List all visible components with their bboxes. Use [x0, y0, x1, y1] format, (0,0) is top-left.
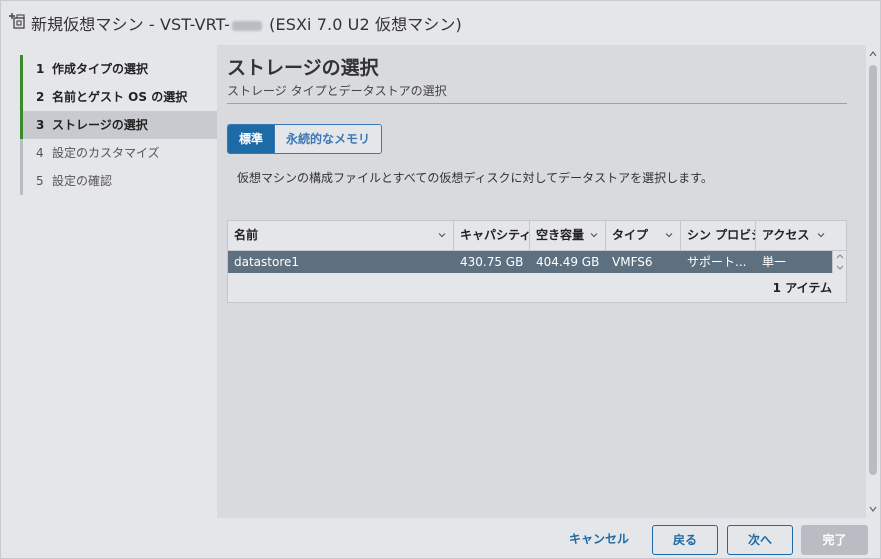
column-label: 名前: [234, 228, 259, 242]
next-button[interactable]: 次へ: [727, 525, 793, 555]
dialog-footer: キャンセル 戻る 次へ 完了: [1, 518, 880, 558]
title-bar: 新規仮想マシン - VST-VRT- (ESXi 7.0 U2 仮想マシン): [1, 1, 880, 45]
scroll-thumb[interactable]: [869, 65, 877, 475]
back-button[interactable]: 戻る: [652, 525, 718, 555]
column-label: タイプ: [612, 228, 649, 242]
instruction-text: 仮想マシンの構成ファイルとすべての仮想ディスクに対してデータストアを選択します。: [237, 171, 713, 185]
step-label: ストレージの選択: [52, 118, 148, 132]
step-label: 設定の確認: [52, 174, 113, 188]
grid-header: 名前 キャパシティ 空き容量 タイプ シン プロビジ アクセス: [228, 221, 846, 251]
cell-type: VMFS6: [612, 255, 653, 269]
step-label: 名前とゲスト OS の選択: [52, 90, 188, 104]
cell-free-space: 404.49 GB: [536, 255, 600, 269]
chevron-down-icon[interactable]: [816, 230, 826, 240]
step-number: 2: [36, 90, 45, 104]
main-content: ストレージの選択 ストレージ タイプとデータストアの選択 標準 永続的なメモリ …: [217, 45, 866, 518]
scroll-arrows-icon[interactable]: [833, 251, 847, 273]
divider: [227, 103, 847, 104]
step-number: 5: [36, 174, 44, 188]
column-header-thin-provisioning[interactable]: シン プロビジ: [681, 221, 756, 251]
step-customize-settings[interactable]: 4 設定のカスタマイズ: [20, 139, 217, 167]
chevron-down-icon[interactable]: [589, 230, 599, 240]
column-label: 空き容量: [536, 228, 585, 242]
step-name-guest-os[interactable]: 2 名前とゲスト OS の選択: [20, 83, 217, 111]
wizard-steps: 1 作成タイプの選択 2 名前とゲスト OS の選択 3 ストレージの選択 4 設定のカ…: [1, 45, 217, 518]
step-select-creation-type[interactable]: 1 作成タイプの選択: [20, 55, 217, 83]
storage-type-toggle: 標準 永続的なメモリ: [227, 124, 383, 154]
chevron-down-icon[interactable]: [664, 230, 674, 240]
main-scrollbar[interactable]: [866, 45, 880, 518]
cell-capacity: 430.75 GB: [460, 255, 524, 269]
column-label: シン プロビジ: [687, 228, 756, 242]
step-select-storage[interactable]: 3 ストレージの選択: [20, 111, 217, 139]
column-header-free-space[interactable]: 空き容量: [530, 221, 606, 251]
step-number: 3: [36, 118, 45, 132]
column-label: アクセス: [762, 228, 810, 242]
page-title: ストレージの選択: [227, 57, 379, 79]
column-label: キャパシティ: [460, 228, 530, 242]
step-number: 4: [36, 146, 44, 160]
new-vm-dialog: 新規仮想マシン - VST-VRT- (ESXi 7.0 U2 仮想マシン) 1…: [0, 0, 881, 559]
cell-name: datastore1: [234, 255, 300, 269]
finish-button[interactable]: 完了: [801, 525, 868, 555]
column-header-capacity[interactable]: キャパシティ: [454, 221, 530, 251]
page-subtitle: ストレージ タイプとデータストアの選択: [227, 84, 447, 98]
cell-thin-provisioning: サポート...: [687, 255, 747, 269]
datastore-grid: 名前 キャパシティ 空き容量 タイプ シン プロビジ アクセス datastor…: [227, 220, 847, 303]
new-vm-icon: [7, 11, 27, 31]
table-row[interactable]: datastore1 430.75 GB 404.49 GB VMFS6 サポー…: [228, 251, 832, 273]
step-label: 設定のカスタマイズ: [52, 146, 160, 160]
item-count: 1 アイテム: [772, 281, 832, 295]
cell-access: 単一: [762, 255, 787, 269]
chevron-down-icon[interactable]: [437, 230, 447, 240]
step-label: 作成タイプの選択: [52, 62, 149, 76]
tab-persistent-memory[interactable]: 永続的なメモリ: [274, 125, 382, 153]
column-header-name[interactable]: 名前: [228, 221, 454, 251]
dialog-title: 新規仮想マシン - VST-VRT- (ESXi 7.0 U2 仮想マシン): [31, 15, 462, 34]
redacted-text: [231, 20, 262, 31]
scroll-down-icon[interactable]: [866, 502, 880, 516]
cancel-button[interactable]: キャンセル: [554, 525, 644, 555]
column-header-type[interactable]: タイプ: [606, 221, 681, 251]
grid-scrollbar[interactable]: [832, 251, 846, 273]
step-number: 1: [36, 62, 45, 76]
tab-standard[interactable]: 標準: [228, 125, 275, 153]
scroll-up-icon[interactable]: [866, 47, 880, 61]
column-header-access[interactable]: アクセス: [756, 221, 846, 251]
step-review-settings[interactable]: 5 設定の確認: [20, 167, 217, 195]
